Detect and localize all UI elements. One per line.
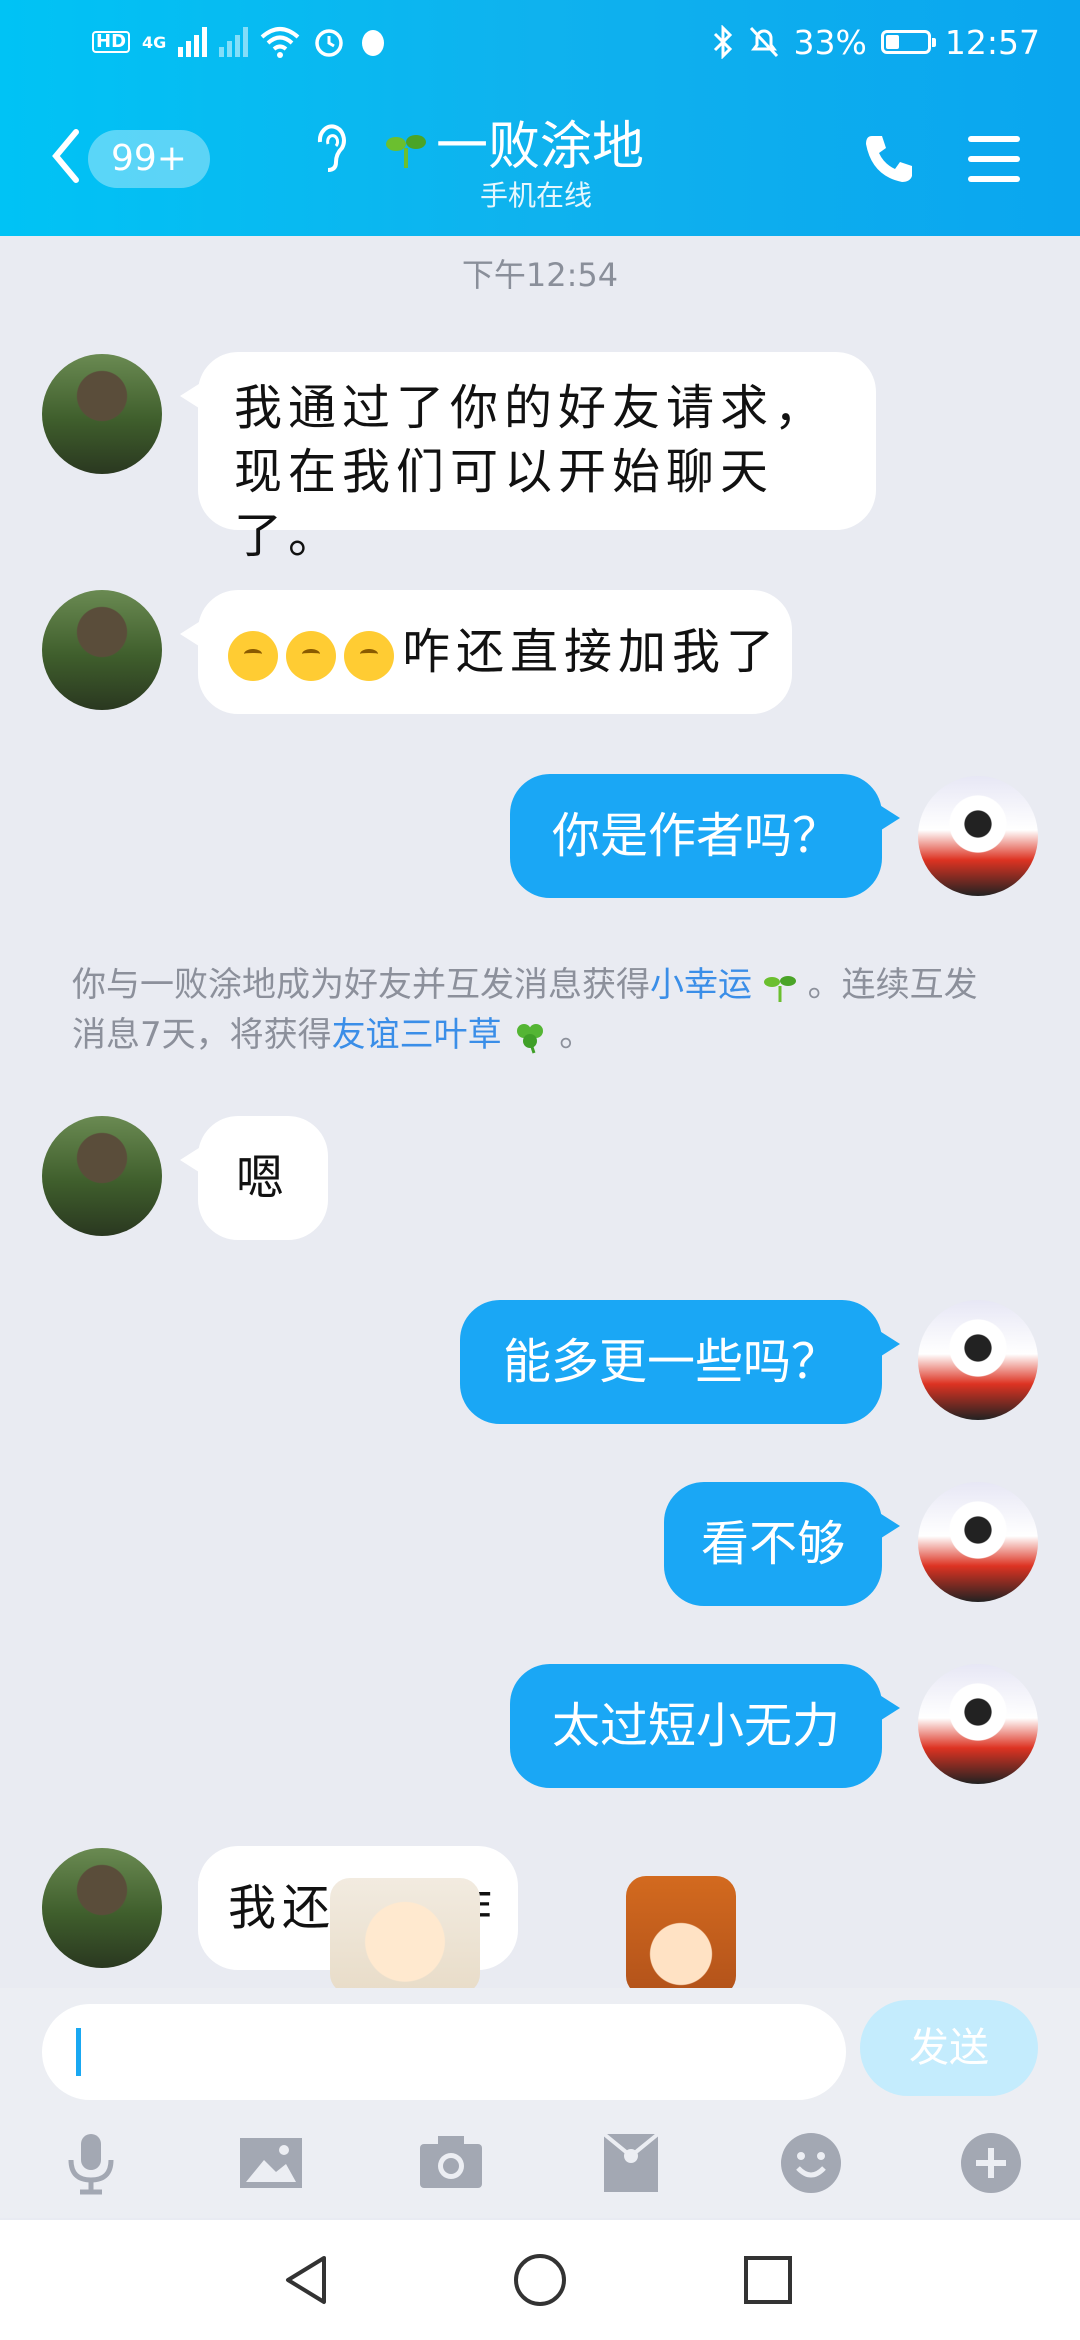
send-button[interactable]: 发送: [860, 2000, 1038, 2096]
camera-icon[interactable]: [416, 2128, 486, 2198]
contact-avatar[interactable]: [42, 1848, 162, 1968]
chat-timestamp: 下午12:54: [461, 256, 619, 294]
chat-header: HD 4G 33% 12:57 99+ 一败涂地 手机在线: [0, 0, 1080, 236]
sprout-icon: [763, 975, 796, 1002]
emoji-icon: [344, 630, 394, 681]
emoji-icon: [228, 630, 278, 681]
ear-icon[interactable]: [312, 122, 352, 174]
emoji-icon: [286, 630, 336, 681]
contact-name[interactable]: 一败涂地: [436, 112, 644, 182]
signal-secondary-icon: [219, 27, 249, 57]
message-text: 你是作者吗？: [551, 808, 840, 864]
friendship-notice: 你与一败涂地成为好友并互发消息获得小幸运 。连续互发消息7天，将获得友谊三叶草 …: [72, 960, 1002, 1060]
status-bar: HD 4G 33% 12:57: [0, 0, 1080, 84]
battery-icon: [880, 30, 936, 54]
bubble-decoration: [330, 1878, 480, 1994]
message-bubble-outgoing[interactable]: 太过短小无力: [510, 1664, 900, 1788]
plus-icon[interactable]: [956, 2128, 1026, 2198]
network-type: 4G: [142, 32, 167, 52]
contact-status: 手机在线: [480, 179, 593, 212]
nav-recents-icon[interactable]: [738, 2250, 798, 2310]
menu-icon[interactable]: [968, 136, 1020, 182]
contact-avatar[interactable]: [42, 590, 162, 710]
message-input[interactable]: [42, 2004, 846, 2100]
message-bubble-incoming[interactable]: 我通过了你的好友请求，现在我们可以开始聊天了。: [180, 352, 876, 564]
back-icon[interactable]: [48, 126, 82, 186]
message-text: 我通过了你的好友请求，现在我们可以开始聊天了。: [234, 380, 829, 564]
clock: 12:57: [944, 22, 1040, 62]
text-caret: [76, 2028, 81, 2076]
red-packet-icon[interactable]: [596, 2128, 666, 2198]
my-avatar[interactable]: [918, 1482, 1038, 1602]
image-icon[interactable]: [236, 2128, 306, 2198]
contact-avatar[interactable]: [42, 354, 162, 474]
hd-indicator: HD: [92, 31, 131, 53]
mute-icon: [749, 26, 778, 58]
emoji-icon[interactable]: [776, 2128, 846, 2198]
nav-home-icon[interactable]: [510, 2250, 570, 2310]
contact-avatar[interactable]: [42, 1116, 162, 1236]
bluetooth-icon: [713, 25, 732, 59]
message-bubble-outgoing[interactable]: 你是作者吗？: [510, 774, 900, 898]
composer-toolbar: [0, 2118, 1080, 2218]
battery-percent: 33%: [793, 22, 867, 62]
nav-back-icon[interactable]: [278, 2250, 338, 2310]
message-text: 看不够: [700, 1516, 845, 1572]
phone-icon[interactable]: [862, 130, 918, 186]
unread-badge[interactable]: 99+: [88, 130, 210, 188]
message-text: 咋还直接加我了: [402, 624, 781, 680]
alarm-icon: [315, 29, 344, 57]
app-notification-icon: [362, 30, 385, 56]
signal-icon: [178, 27, 208, 57]
my-avatar[interactable]: [918, 1664, 1038, 1784]
microphone-icon[interactable]: [56, 2128, 126, 2198]
message-bubble-incoming[interactable]: 咋还直接加我了: [180, 590, 792, 714]
message-text: 能多更一些吗？: [502, 1334, 839, 1390]
notice-text: 你与一败涂地成为好友并互发消息获得: [72, 965, 650, 1005]
lucky-link[interactable]: 小幸运: [650, 965, 752, 1005]
message-text: 嗯: [235, 1150, 290, 1206]
system-navigation-bar: [0, 2220, 1080, 2340]
my-avatar[interactable]: [918, 1300, 1038, 1420]
message-text: 太过短小无力: [551, 1698, 840, 1754]
my-avatar[interactable]: [918, 776, 1038, 896]
sprout-icon: [386, 135, 426, 168]
message-bubble-incoming[interactable]: 嗯: [180, 1116, 328, 1240]
clover-link[interactable]: 友谊三叶草: [332, 1015, 502, 1055]
message-bubble-outgoing[interactable]: 看不够: [664, 1482, 900, 1606]
clover-icon: [517, 1023, 544, 1053]
notice-text: 。: [559, 1015, 594, 1055]
wifi-icon: [260, 27, 300, 58]
bubble-decoration: [626, 1876, 736, 1996]
message-bubble-outgoing[interactable]: 能多更一些吗？: [460, 1300, 900, 1424]
